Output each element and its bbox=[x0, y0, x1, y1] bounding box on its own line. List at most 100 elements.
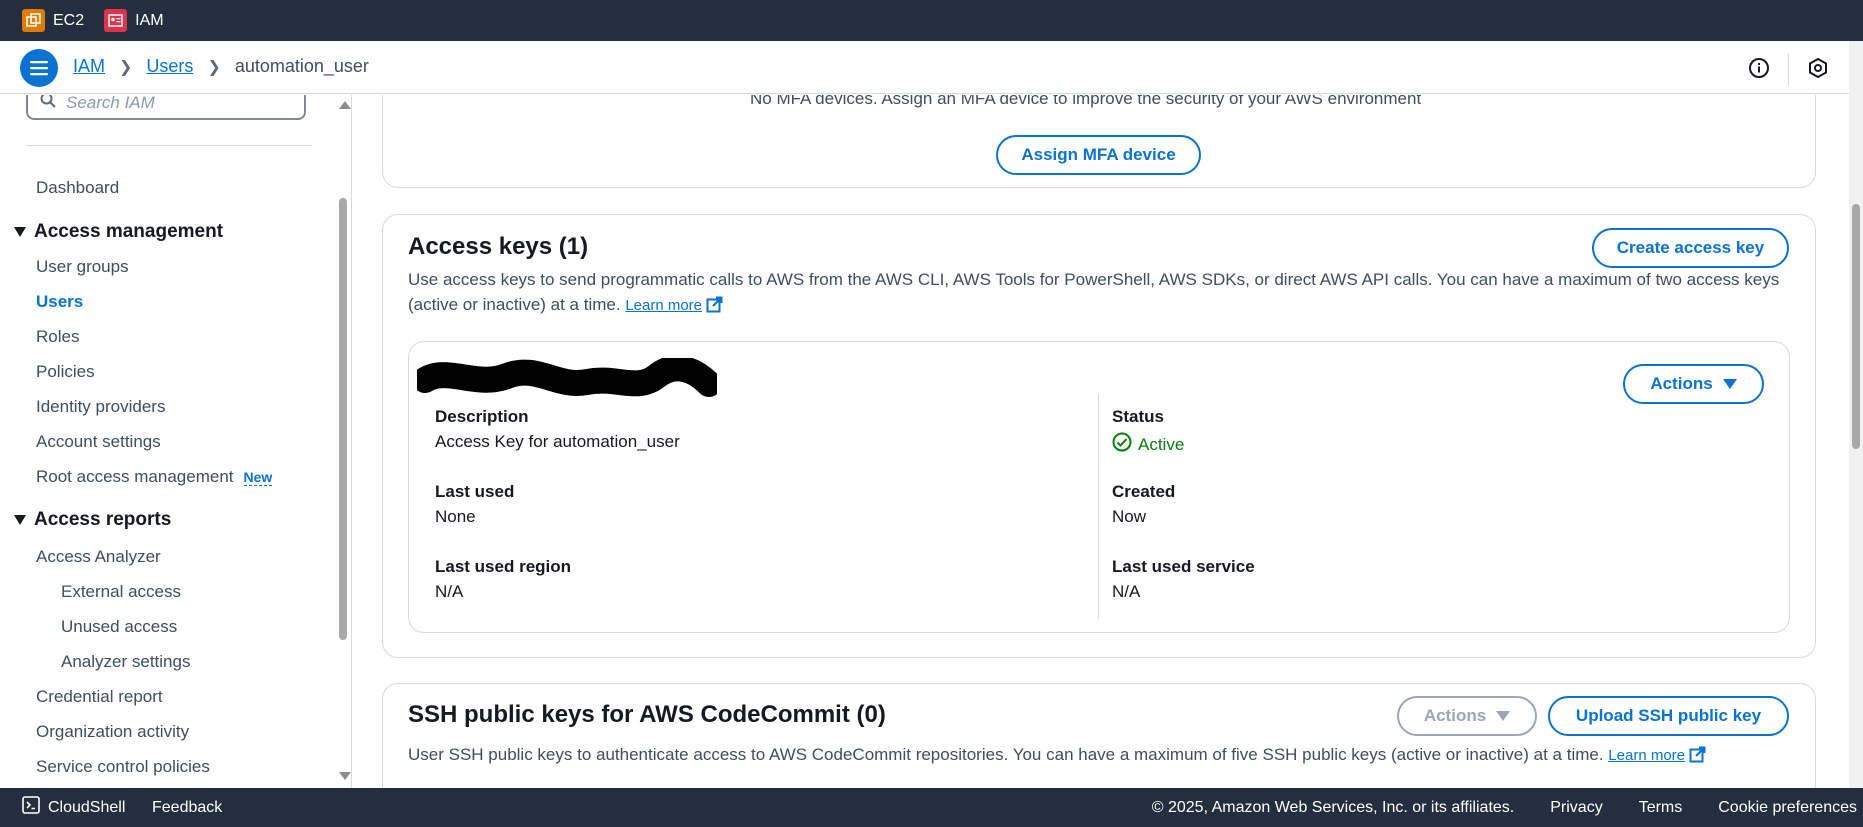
scroll-down-arrow-icon[interactable] bbox=[339, 772, 351, 780]
sidebar-item-label: Root access management bbox=[36, 467, 234, 486]
sidebar-scrollbar-thumb[interactable] bbox=[339, 198, 347, 640]
copyright-text: © 2025, Amazon Web Services, Inc. or its… bbox=[1151, 798, 1515, 816]
page-scrollbar[interactable] bbox=[1849, 41, 1863, 788]
search-input[interactable]: Search IAM bbox=[26, 95, 306, 120]
section-title: Access management bbox=[34, 221, 224, 242]
description-text: User SSH public keys to authenticate acc… bbox=[408, 745, 1604, 764]
access-keys-description: Use access keys to send programmatic cal… bbox=[408, 267, 1793, 321]
link-label: Learn more bbox=[1608, 747, 1686, 764]
breadcrumb-current: automation_user bbox=[234, 56, 369, 76]
sidebar-section-access-reports[interactable]: Access reports bbox=[14, 509, 171, 531]
security-hexagon-icon[interactable] bbox=[1807, 57, 1829, 84]
sidebar-item-service-control-policies[interactable]: Service control policies bbox=[36, 757, 210, 777]
breadcrumb-users-link[interactable]: Users bbox=[146, 56, 193, 77]
sidebar-divider bbox=[26, 145, 312, 146]
created-value: Now bbox=[1112, 507, 1147, 526]
ssh-keys-description: User SSH public keys to authenticate acc… bbox=[408, 742, 1803, 771]
assign-mfa-device-button[interactable]: Assign MFA device bbox=[996, 135, 1201, 175]
sidebar-item-roles[interactable]: Roles bbox=[36, 327, 79, 347]
sidebar-item-policies[interactable]: Policies bbox=[36, 362, 95, 382]
access-key-card: Actions Description Access Key for autom… bbox=[408, 341, 1790, 633]
breadcrumb: IAM ❯ Users ❯ automation_user bbox=[73, 56, 369, 77]
link-label: Learn more bbox=[625, 297, 703, 314]
sidebar-item-unused-access[interactable]: Unused access bbox=[61, 617, 177, 637]
mfa-panel: No MFA devices. Assign an MFA device to … bbox=[382, 95, 1816, 188]
cloudshell-button[interactable]: CloudShell bbox=[22, 796, 125, 819]
side-navigation: Search IAM Dashboard Access management U… bbox=[0, 95, 352, 788]
sidebar-item-access-analyzer[interactable]: Access Analyzer bbox=[36, 547, 161, 567]
sidebar-item-users[interactable]: Users bbox=[36, 292, 83, 312]
sidebar-scrollbar[interactable] bbox=[337, 95, 351, 788]
ssh-keys-title: SSH public keys for AWS CodeCommit (0) bbox=[408, 701, 886, 728]
header-tools bbox=[1748, 54, 1829, 86]
service-bar: EC2 IAM bbox=[0, 0, 1863, 41]
created-label: Created bbox=[1112, 482, 1176, 501]
access-keys-panel: Access keys (1) Create access key Use ac… bbox=[382, 214, 1816, 658]
access-key-actions-button[interactable]: Actions bbox=[1623, 364, 1764, 404]
mfa-note: No MFA devices. Assign an MFA device to … bbox=[750, 95, 1422, 108]
sidebar-item-organization-activity[interactable]: Organization activity bbox=[36, 722, 189, 742]
navigation-menu-button[interactable] bbox=[20, 49, 58, 87]
privacy-link[interactable]: Privacy bbox=[1550, 799, 1602, 817]
page-scrollbar-thumb[interactable] bbox=[1852, 204, 1860, 449]
status-text: Active bbox=[1138, 434, 1185, 454]
last-used-service-label: Last used service bbox=[1112, 557, 1255, 576]
main-content: No MFA devices. Assign an MFA device to … bbox=[353, 95, 1849, 788]
search-icon bbox=[40, 95, 56, 113]
service-shortcut-iam[interactable]: IAM bbox=[104, 9, 164, 32]
sidebar-section-access-management[interactable]: Access management bbox=[14, 221, 223, 243]
caret-down-icon bbox=[1722, 374, 1737, 394]
caret-down-icon bbox=[14, 227, 26, 237]
ssh-actions-button[interactable]: Actions bbox=[1397, 696, 1537, 736]
learn-more-link[interactable]: Learn more bbox=[625, 296, 723, 314]
learn-more-link[interactable]: Learn more bbox=[1608, 746, 1706, 764]
ssh-keys-panel: SSH public keys for AWS CodeCommit (0) A… bbox=[382, 683, 1816, 788]
cookie-preferences-link[interactable]: Cookie preferences bbox=[1718, 799, 1857, 817]
sidebar-item-analyzer-settings[interactable]: Analyzer settings bbox=[61, 652, 190, 672]
service-name: EC2 bbox=[53, 11, 85, 29]
service-shortcut-ec2[interactable]: EC2 bbox=[22, 9, 84, 32]
info-icon[interactable] bbox=[1748, 57, 1770, 84]
upload-ssh-public-key-button[interactable]: Upload SSH public key bbox=[1548, 696, 1789, 736]
sidebar-item-root-access-management[interactable]: Root access management New bbox=[36, 467, 273, 487]
ec2-icon bbox=[22, 9, 45, 32]
description-label: Description bbox=[435, 407, 529, 426]
header-divider bbox=[1788, 54, 1789, 86]
sidebar-item-credential-report[interactable]: Credential report bbox=[36, 687, 163, 707]
page-header: IAM ❯ Users ❯ automation_user bbox=[0, 41, 1849, 94]
chevron-right-icon: ❯ bbox=[119, 58, 133, 76]
feedback-link[interactable]: Feedback bbox=[152, 799, 222, 817]
status-label: Status bbox=[1112, 407, 1164, 426]
iam-icon bbox=[104, 9, 128, 32]
status-value: Active bbox=[1112, 432, 1184, 457]
chevron-right-icon: ❯ bbox=[207, 58, 221, 76]
access-keys-title: Access keys (1) bbox=[408, 233, 589, 260]
sidebar-item-dashboard[interactable]: Dashboard bbox=[36, 178, 119, 198]
last-used-label: Last used bbox=[435, 482, 515, 501]
external-link-icon bbox=[1689, 746, 1706, 771]
breadcrumb-iam-link[interactable]: IAM bbox=[73, 56, 105, 77]
button-label: Assign MFA device bbox=[1021, 145, 1176, 164]
check-circle-icon bbox=[1112, 432, 1132, 457]
sidebar-item-identity-providers[interactable]: Identity providers bbox=[36, 397, 165, 417]
button-label: Actions bbox=[1423, 706, 1487, 725]
sidebar-item-account-settings[interactable]: Account settings bbox=[36, 432, 161, 452]
service-name: IAM bbox=[135, 11, 164, 29]
last-used-region-label: Last used region bbox=[435, 557, 572, 576]
sidebar-item-user-groups[interactable]: User groups bbox=[36, 257, 129, 277]
external-link-icon bbox=[706, 296, 723, 321]
last-used-service-value: N/A bbox=[1112, 582, 1141, 601]
footer-links: © 2025, Amazon Web Services, Inc. or its… bbox=[1152, 799, 1857, 817]
caret-down-icon bbox=[1496, 706, 1511, 726]
scroll-up-arrow-icon[interactable] bbox=[339, 101, 351, 109]
button-label: Create access key bbox=[1616, 238, 1765, 257]
last-used-region-value: N/A bbox=[435, 582, 464, 601]
search-placeholder: Search IAM bbox=[66, 95, 155, 112]
button-label: Upload SSH public key bbox=[1575, 706, 1762, 725]
sidebar-item-external-access[interactable]: External access bbox=[61, 582, 181, 602]
terminal-icon bbox=[22, 796, 40, 819]
terms-link[interactable]: Terms bbox=[1639, 799, 1683, 817]
create-access-key-button[interactable]: Create access key bbox=[1592, 228, 1789, 268]
section-title: Access reports bbox=[34, 509, 172, 530]
new-badge: New bbox=[243, 469, 273, 486]
